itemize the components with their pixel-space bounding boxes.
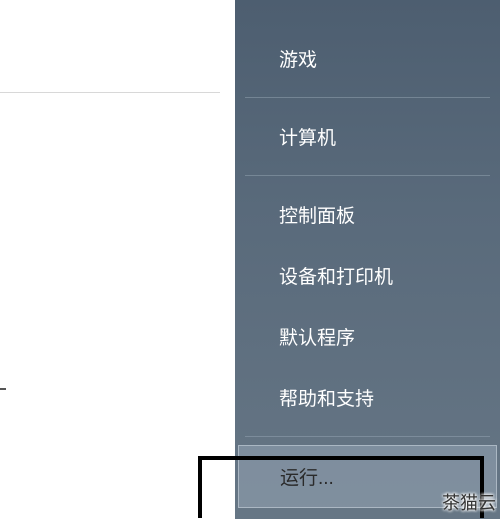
menu-label: 帮助和支持 bbox=[279, 384, 374, 411]
menu-item-games[interactable]: 游戏 bbox=[235, 28, 500, 89]
menu-item-devices-printers[interactable]: 设备和打印机 bbox=[235, 245, 500, 306]
menu-label: 运行... bbox=[280, 463, 334, 490]
menu-label: 默认程序 bbox=[279, 323, 355, 350]
menu-item-help-support[interactable]: 帮助和支持 bbox=[235, 367, 500, 428]
start-menu-section: 游戏 计算机 控制面板 设备和打印机 默认程序 帮助和支持 运行... bbox=[0, 0, 500, 519]
menu-label: 控制面板 bbox=[279, 201, 355, 228]
right-system-panel: 游戏 计算机 控制面板 设备和打印机 默认程序 帮助和支持 运行... bbox=[235, 0, 500, 519]
menu-separator bbox=[245, 175, 490, 176]
menu-label: 游戏 bbox=[279, 45, 317, 72]
menu-separator bbox=[245, 436, 490, 437]
left-divider bbox=[0, 92, 220, 93]
menu-separator bbox=[245, 97, 490, 98]
left-dash-mark bbox=[0, 388, 6, 390]
menu-label: 计算机 bbox=[279, 123, 336, 150]
menu-item-default-programs[interactable]: 默认程序 bbox=[235, 306, 500, 367]
menu-item-control-panel[interactable]: 控制面板 bbox=[235, 184, 500, 245]
left-programs-panel bbox=[0, 0, 235, 519]
menu-label: 设备和打印机 bbox=[279, 262, 393, 289]
menu-item-run[interactable]: 运行... bbox=[238, 445, 497, 508]
menu-item-computer[interactable]: 计算机 bbox=[235, 106, 500, 167]
